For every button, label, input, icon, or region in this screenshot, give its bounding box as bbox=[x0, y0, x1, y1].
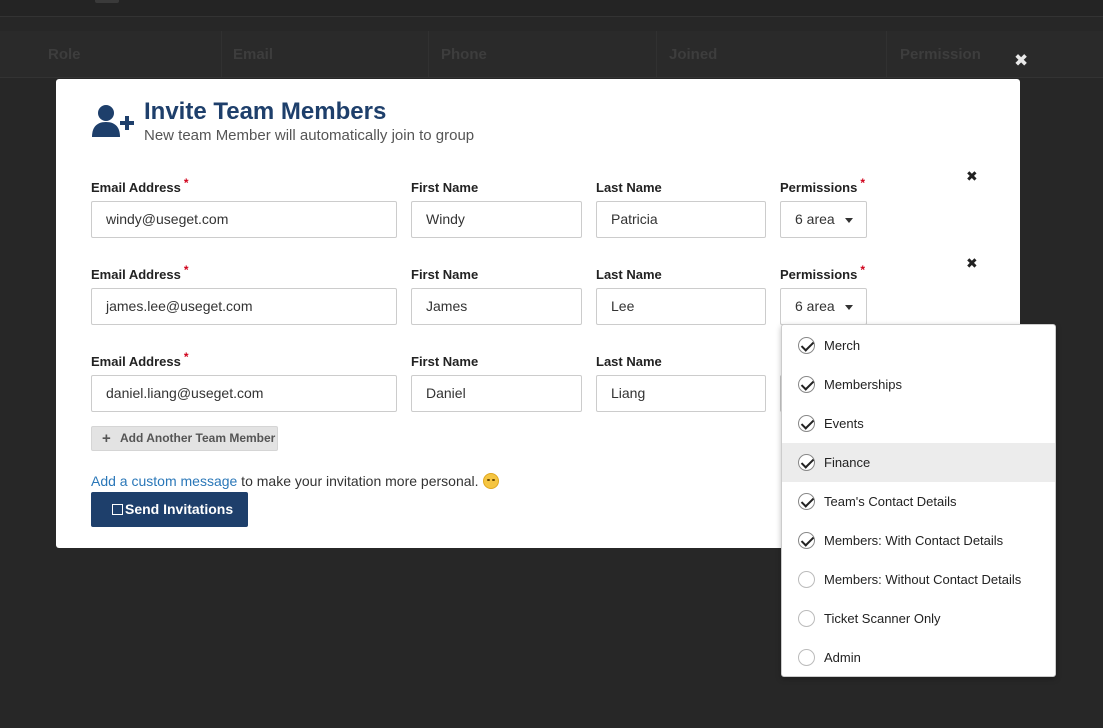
column-divider bbox=[886, 31, 887, 77]
last-name-label: Last Name bbox=[596, 267, 662, 282]
permissions-label: Permissions * bbox=[780, 176, 865, 195]
check-icon bbox=[798, 532, 815, 549]
remove-row-icon[interactable]: ✖ bbox=[966, 256, 978, 270]
required-mark: * bbox=[183, 263, 189, 277]
column-divider bbox=[656, 31, 657, 77]
unchecked-circle-icon bbox=[798, 571, 815, 588]
column-divider bbox=[221, 31, 222, 77]
permission-option-members-with-contact[interactable]: Members: With Contact Details bbox=[782, 521, 1055, 560]
add-user-icon bbox=[92, 105, 134, 137]
modal-subtitle: New team Member will automatically join … bbox=[144, 127, 475, 144]
required-mark: * bbox=[183, 350, 189, 364]
column-header-email: Email bbox=[233, 46, 274, 63]
check-icon bbox=[798, 493, 815, 510]
column-divider bbox=[428, 31, 429, 77]
permission-option-finance[interactable]: Finance bbox=[782, 443, 1055, 482]
check-icon bbox=[798, 376, 815, 393]
remove-row-icon[interactable]: ✖ bbox=[966, 169, 978, 183]
first-name-field[interactable]: Windy bbox=[411, 201, 582, 238]
permission-option-admin[interactable]: Admin bbox=[782, 638, 1055, 677]
email-label: Email Address * bbox=[91, 176, 189, 195]
send-invitations-button[interactable]: Send Invitations bbox=[91, 492, 248, 527]
permission-option-team-contact-details[interactable]: Team's Contact Details bbox=[782, 482, 1055, 521]
permissions-select[interactable]: 6 area bbox=[780, 201, 867, 238]
custom-message-text: Add a custom message to make your invita… bbox=[91, 473, 499, 489]
last-name-field[interactable]: Patricia bbox=[596, 201, 766, 238]
email-label: Email Address * bbox=[91, 350, 189, 369]
required-mark: * bbox=[860, 176, 865, 190]
permission-option-memberships[interactable]: Memberships bbox=[782, 365, 1055, 404]
first-name-label: First Name bbox=[411, 267, 479, 282]
first-name-label: First Name bbox=[411, 354, 479, 369]
email-label: Email Address * bbox=[91, 263, 189, 282]
required-mark: * bbox=[183, 176, 189, 190]
column-header-joined: Joined bbox=[669, 46, 718, 63]
close-modal-icon[interactable]: ✖ bbox=[1014, 52, 1028, 69]
permissions-label: Permissions * bbox=[780, 263, 865, 282]
first-name-label: First Name bbox=[411, 180, 479, 195]
caret-down-icon bbox=[845, 305, 853, 310]
column-header-role: Role bbox=[48, 46, 81, 63]
last-name-field[interactable]: Lee bbox=[596, 288, 766, 325]
check-icon bbox=[798, 454, 815, 471]
last-name-label: Last Name bbox=[596, 180, 662, 195]
wink-emoji-icon bbox=[482, 473, 499, 489]
permission-option-ticket-scanner[interactable]: Ticket Scanner Only bbox=[782, 599, 1055, 638]
add-team-member-button[interactable]: + Add Another Team Member bbox=[91, 426, 278, 451]
first-name-field[interactable]: James bbox=[411, 288, 582, 325]
last-name-label: Last Name bbox=[596, 354, 662, 369]
unchecked-circle-icon bbox=[798, 610, 815, 627]
required-mark: * bbox=[860, 263, 865, 277]
modal-title: Invite Team Members bbox=[144, 98, 387, 125]
permission-option-events[interactable]: Events bbox=[782, 404, 1055, 443]
permissions-select[interactable]: 6 area bbox=[780, 288, 867, 325]
unchecked-circle-icon bbox=[798, 649, 815, 666]
permissions-dropdown: Merch Memberships Events Finance Team's … bbox=[781, 324, 1056, 677]
first-name-field[interactable]: Daniel bbox=[411, 375, 582, 412]
email-field[interactable]: daniel.liang@useget.com bbox=[91, 375, 397, 412]
permission-option-members-without-contact[interactable]: Members: Without Contact Details bbox=[782, 560, 1055, 599]
caret-down-icon bbox=[845, 218, 853, 223]
last-name-field[interactable]: Liang bbox=[596, 375, 766, 412]
background-topbar bbox=[0, 0, 1103, 17]
background-table-header: Role Email Phone Joined Permission bbox=[0, 31, 1103, 78]
column-header-permission: Permission bbox=[900, 46, 981, 63]
background-chip bbox=[95, 0, 119, 3]
column-header-phone: Phone bbox=[441, 46, 487, 63]
custom-message-link[interactable]: Add a custom message bbox=[91, 473, 237, 489]
plus-icon: + bbox=[102, 430, 111, 447]
email-field[interactable]: windy@useget.com bbox=[91, 201, 397, 238]
email-field[interactable]: james.lee@useget.com bbox=[91, 288, 397, 325]
square-icon bbox=[112, 504, 123, 515]
permission-option-merch[interactable]: Merch bbox=[782, 326, 1055, 365]
check-icon bbox=[798, 337, 815, 354]
check-icon bbox=[798, 415, 815, 432]
